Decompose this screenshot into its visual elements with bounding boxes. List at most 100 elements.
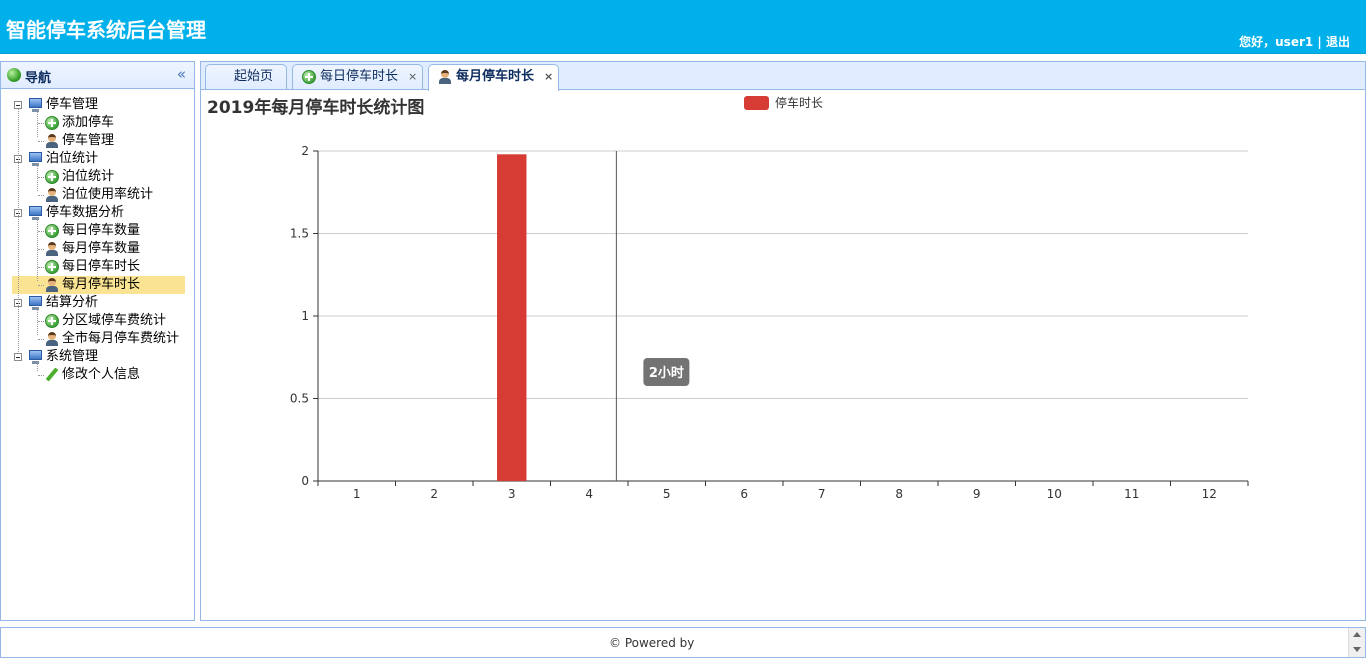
tree-item-label: 每月停车数量 xyxy=(62,241,141,256)
user-bar: 您好，user1 | 退出 xyxy=(1239,33,1350,50)
globe-icon xyxy=(7,68,21,82)
tab-close-icon[interactable]: × xyxy=(408,65,417,89)
tree-connector xyxy=(38,285,44,286)
tree-item-label: 泊位统计 xyxy=(62,169,115,184)
tab-close-icon[interactable]: × xyxy=(544,65,553,89)
logout-link[interactable]: 退出 xyxy=(1326,35,1350,49)
y-tick-label: 1 xyxy=(301,309,309,323)
plus-icon xyxy=(45,314,59,328)
plus-icon xyxy=(45,116,59,130)
footer: © Powered by xyxy=(0,627,1366,658)
x-tick-label: 10 xyxy=(1047,487,1062,501)
x-tick-label: 1 xyxy=(353,487,361,501)
tree-item-label: 每日停车时长 xyxy=(62,259,141,274)
tooltip-text: 2小时 xyxy=(649,365,684,381)
tree-group[interactable]: 停车数据分析 xyxy=(1,204,194,222)
tree-item[interactable]: 每日停车时长 xyxy=(1,258,194,276)
tab-label: 每月停车时长 xyxy=(456,69,535,84)
tree-group-label: 结算分析 xyxy=(46,295,99,310)
pencil-icon xyxy=(45,367,59,382)
tab-bar: 起始页 每日停车时长 × 每月停车时长 × xyxy=(201,62,1365,91)
tree-group[interactable]: 泊位统计 xyxy=(1,150,194,168)
x-tick-label: 6 xyxy=(740,487,748,501)
user-greeting: 您好，user1 xyxy=(1239,35,1314,49)
collapse-toggle-icon[interactable] xyxy=(14,101,22,109)
tree-connector xyxy=(38,177,44,178)
tree-item[interactable]: 修改个人信息 xyxy=(1,366,194,384)
app-title: 智能停车系统后台管理 xyxy=(6,18,206,42)
plus-icon xyxy=(45,170,59,184)
main-panel: 起始页 每日停车时长 × 每月停车时长 × 2019年每月停车时长统计图 0 0.5 1 1.… xyxy=(200,61,1366,621)
sidebar-title: 导航 xyxy=(25,71,52,86)
tree-connector xyxy=(37,218,38,281)
plus-icon xyxy=(302,70,316,84)
tree-group[interactable]: 系统管理 xyxy=(1,348,194,366)
tree-connector xyxy=(38,195,44,196)
tree-item-label: 停车管理 xyxy=(62,133,115,148)
tree-group-label: 停车数据分析 xyxy=(46,205,125,220)
user-icon xyxy=(45,242,59,256)
tab[interactable]: 起始页 xyxy=(205,64,287,89)
footer-scrollbar[interactable] xyxy=(1348,628,1365,657)
bar-chart: 00.511.521 2 3 4 5 6 7 8 9 10 11 122小时停车时长 xyxy=(290,95,1249,501)
navigation-sidebar: 导航 « 停车管理 添加停车 停车管理 泊位统计 泊位统计 泊位使用率统计 停车数据分析 每日… xyxy=(0,61,195,621)
tree-item[interactable]: 泊位使用率统计 xyxy=(1,186,194,204)
tree-item[interactable]: 每月停车数量 xyxy=(1,240,194,258)
y-tick-label: 0.5 xyxy=(290,392,309,406)
tree-item-label: 添加停车 xyxy=(62,115,115,130)
computer-icon xyxy=(29,296,42,310)
tree-item[interactable]: 分区域停车费统计 xyxy=(1,312,194,330)
user-icon xyxy=(438,70,452,84)
tab-label: 每日停车时长 xyxy=(320,69,399,84)
x-tick-label: 7 xyxy=(818,487,826,501)
tree-item[interactable]: 每日停车数量 xyxy=(1,222,194,240)
y-tick-label: 2 xyxy=(301,144,309,158)
legend-swatch xyxy=(744,96,769,110)
user-icon xyxy=(45,332,59,346)
tree-item-label: 修改个人信息 xyxy=(62,367,141,382)
x-tick-label: 8 xyxy=(895,487,903,501)
tree-item[interactable]: 每月停车时长 xyxy=(1,276,194,294)
tree-group-label: 泊位统计 xyxy=(46,151,99,166)
tree-connector xyxy=(38,321,44,322)
tree-connector xyxy=(38,231,44,232)
computer-icon xyxy=(29,350,42,364)
scroll-down-icon[interactable] xyxy=(1353,647,1361,652)
tree-group[interactable]: 结算分析 xyxy=(1,294,194,312)
sidebar-header: 导航 « xyxy=(1,62,194,89)
tree-connector xyxy=(37,362,38,371)
user-icon xyxy=(45,188,59,202)
footer-text: © Powered by xyxy=(609,636,695,650)
app-header: 智能停车系统后台管理 您好，user1 | 退出 xyxy=(0,0,1366,54)
tree-connector xyxy=(38,267,44,268)
tree-connector xyxy=(38,141,44,142)
tab[interactable]: 每日停车时长 × xyxy=(292,64,423,89)
tree-connector xyxy=(38,249,44,250)
tree-connector xyxy=(37,308,38,335)
computer-icon xyxy=(29,98,42,112)
tree-group-label: 系统管理 xyxy=(46,349,99,364)
tree-connector xyxy=(38,339,44,340)
computer-icon xyxy=(29,206,42,220)
collapse-toggle-icon[interactable] xyxy=(14,353,22,361)
plus-icon xyxy=(45,260,59,274)
tree-connector xyxy=(18,109,19,352)
tree-item-label: 全市每月停车费统计 xyxy=(62,331,180,346)
user-icon xyxy=(45,278,59,292)
tab-label: 起始页 xyxy=(234,69,274,84)
x-tick-label: 2 xyxy=(430,487,438,501)
tree-group-label: 停车管理 xyxy=(46,97,99,112)
tree-item[interactable]: 泊位统计 xyxy=(1,168,194,186)
tree-group[interactable]: 停车管理 xyxy=(1,96,194,114)
x-tick-label: 11 xyxy=(1124,487,1139,501)
tree-item-label: 泊位使用率统计 xyxy=(62,187,154,202)
tree-item[interactable]: 添加停车 xyxy=(1,114,194,132)
scroll-up-icon[interactable] xyxy=(1353,632,1361,637)
bar xyxy=(497,154,527,482)
tree-item[interactable]: 停车管理 xyxy=(1,132,194,150)
tab[interactable]: 每月停车时长 × xyxy=(428,64,559,91)
tree-item[interactable]: 全市每月停车费统计 xyxy=(1,330,194,348)
user-bar-separator: | xyxy=(1313,35,1326,49)
legend-label: 停车时长 xyxy=(775,95,823,110)
collapse-icon[interactable]: « xyxy=(177,65,186,83)
